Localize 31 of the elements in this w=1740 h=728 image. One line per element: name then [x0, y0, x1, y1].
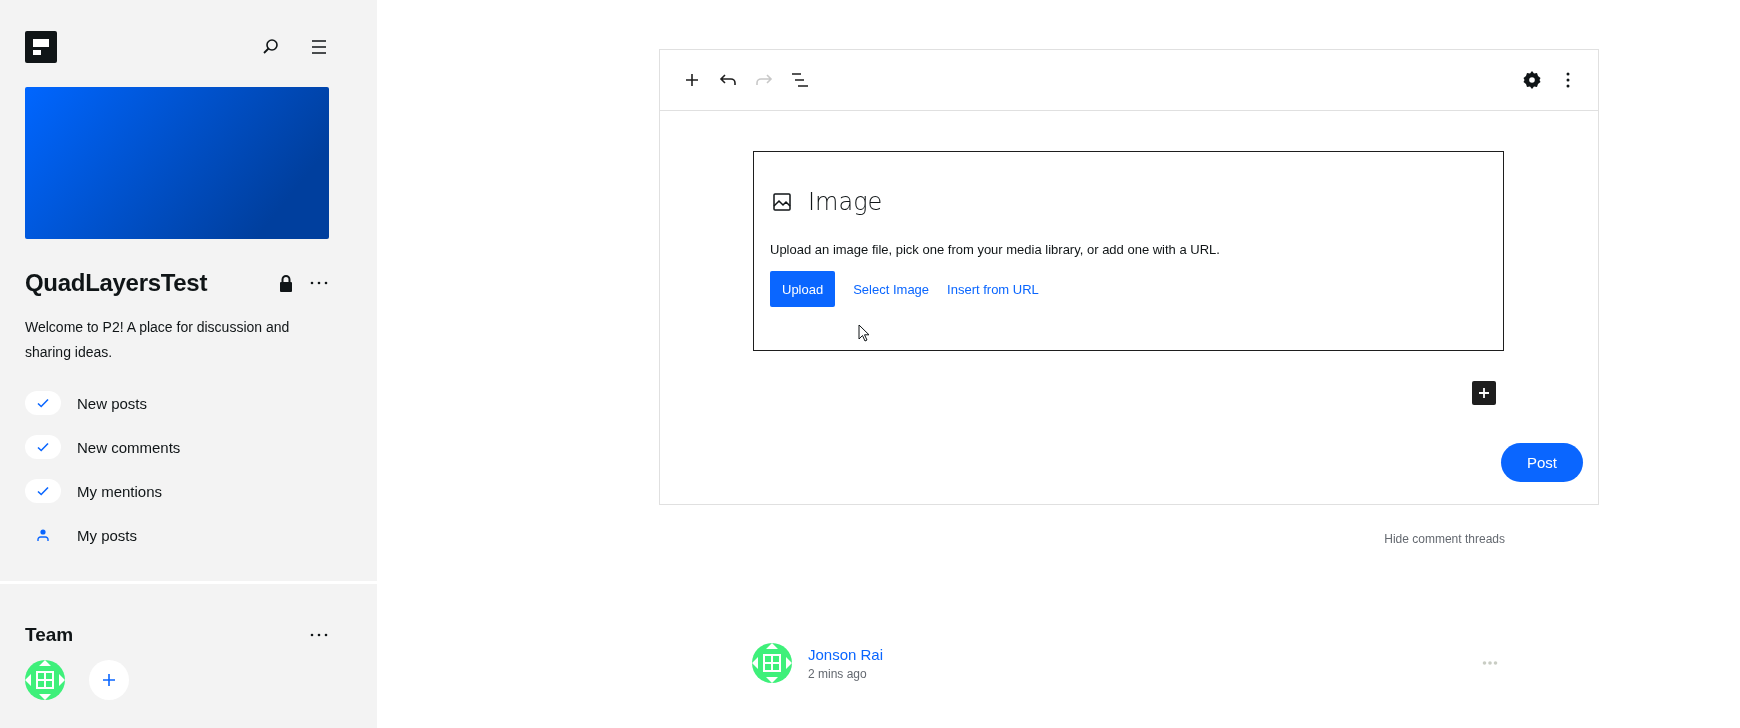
- site-description: Welcome to P2! A place for discussion and sharing ideas.: [25, 318, 291, 362]
- block-title: Image: [808, 188, 883, 216]
- avatar-icon: [752, 643, 792, 683]
- filter-link[interactable]: New posts: [77, 394, 148, 412]
- plus-icon: [101, 672, 117, 688]
- filter-toggle[interactable]: [25, 435, 61, 459]
- post-button[interactable]: Post: [1501, 443, 1583, 482]
- team-heading: Team: [25, 624, 74, 646]
- more-vertical-icon: [1566, 72, 1570, 88]
- more-icon[interactable]: [309, 633, 329, 637]
- filter-toggle[interactable]: [25, 391, 61, 415]
- comment-time: 2 mins ago: [808, 666, 868, 681]
- author-link[interactable]: Jonson Rai: [808, 645, 884, 663]
- upload-button[interactable]: Upload: [770, 271, 836, 307]
- block-instructions: Upload an image file, pick one from your media library, or add one with a URL.: [770, 242, 1221, 257]
- more-icon[interactable]: [309, 281, 329, 285]
- filter-link[interactable]: New comments: [77, 438, 181, 456]
- add-block-button[interactable]: [1472, 381, 1496, 405]
- block-link[interactable]: Select Image: [853, 281, 930, 297]
- plus-icon: [1476, 385, 1492, 401]
- cursor-icon: [858, 324, 870, 342]
- image-icon: [770, 190, 794, 214]
- filter-toggle[interactable]: [25, 479, 61, 503]
- site-title: QuadLayersTest: [25, 269, 208, 297]
- logo-icon[interactable]: [25, 31, 57, 63]
- block-link[interactable]: Insert from URL: [947, 281, 1039, 297]
- filter-link[interactable]: My posts: [77, 526, 137, 544]
- add-member-button[interactable]: [89, 660, 129, 700]
- hide-threads-link[interactable]: Hide comment threads: [1384, 532, 1505, 546]
- person-icon: [35, 527, 51, 543]
- filter-link[interactable]: My mentions: [77, 482, 163, 500]
